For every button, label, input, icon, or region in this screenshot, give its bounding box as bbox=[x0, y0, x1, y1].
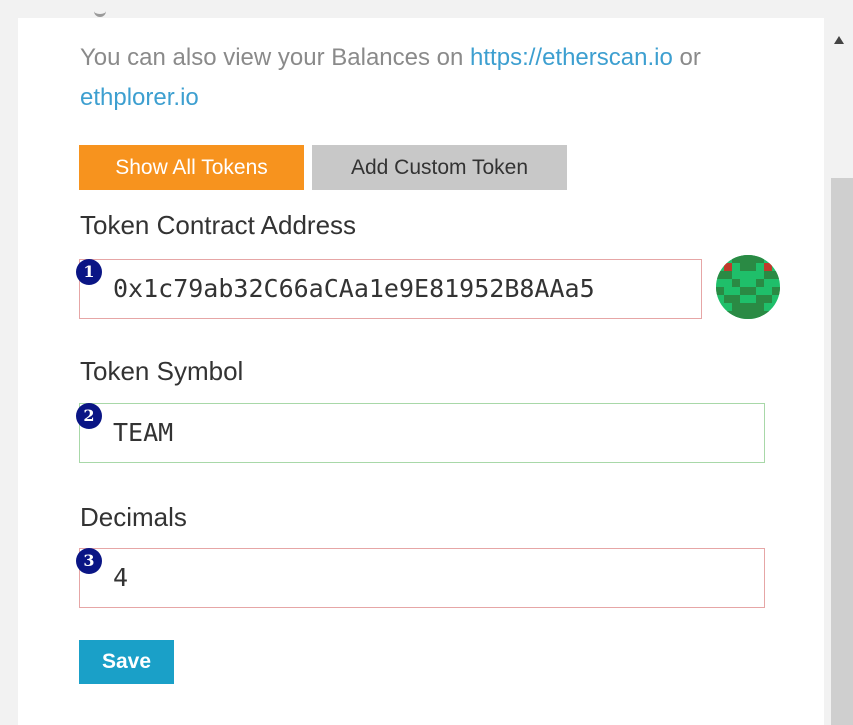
decimals-label: Decimals bbox=[80, 502, 187, 532]
add-custom-token-button[interactable]: Add Custom Token bbox=[312, 145, 567, 190]
vertical-scrollbar[interactable] bbox=[827, 18, 853, 725]
decimals-input[interactable]: 4 bbox=[79, 548, 765, 608]
token-symbol-input[interactable]: TEAM bbox=[79, 403, 765, 463]
etherscan-link[interactable]: https://etherscan.io bbox=[470, 44, 673, 71]
balances-info-text: You can also view your Balances on https… bbox=[80, 38, 780, 118]
ethplorer-link[interactable]: ethplorer.io bbox=[80, 84, 199, 111]
scroll-up-arrow-icon[interactable] bbox=[834, 36, 844, 44]
token-symbol-label: Token Symbol bbox=[80, 356, 244, 386]
clipped-text-fragment bbox=[94, 8, 106, 17]
save-button[interactable]: Save bbox=[79, 640, 174, 684]
intro-text-mid: or bbox=[672, 44, 701, 71]
step-badge-2: 2 bbox=[76, 403, 102, 429]
scrollbar-thumb[interactable] bbox=[831, 178, 853, 725]
step-badge-1: 1 bbox=[76, 259, 102, 285]
token-contract-address-label: Token Contract Address bbox=[80, 210, 357, 240]
intro-text-before: You can also view your Balances on bbox=[80, 44, 471, 71]
identicon-avatar bbox=[716, 255, 780, 319]
show-all-tokens-button[interactable]: Show All Tokens bbox=[79, 145, 304, 190]
step-badge-3: 3 bbox=[76, 548, 102, 574]
token-contract-address-input[interactable]: 0x1c79ab32C66aCAa1e9E81952B8AAa5 bbox=[79, 259, 702, 319]
